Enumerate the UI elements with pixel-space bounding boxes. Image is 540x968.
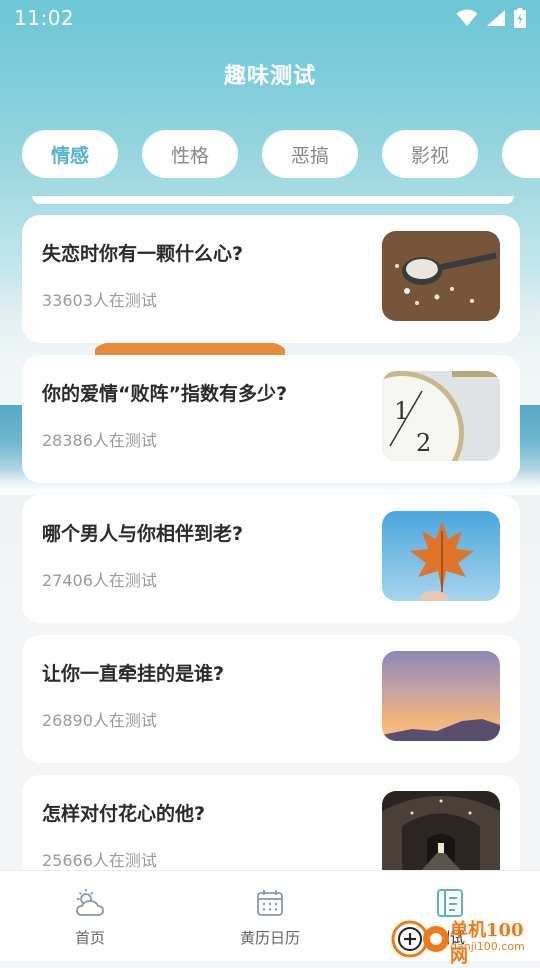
test-count: 26890人在测试 [42,711,157,730]
test-count: 28386人在测试 [42,431,157,450]
svg-text:1: 1 [394,397,409,425]
list-top-strip [32,196,514,204]
tab-film[interactable]: 影视 [382,130,478,178]
calendar-icon [257,890,283,916]
salt-spoon-image [382,231,500,321]
battery-icon [514,8,526,28]
nav-item-home[interactable]: 首页 [0,871,180,961]
test-card[interactable]: 你的爱情“败阵”指数有多少? 28386人在测试 1 2 [22,355,520,483]
tab-more[interactable]: 事 [502,130,540,178]
tab-personality[interactable]: 性格 [142,130,238,178]
test-title: 让你一直牵挂的是谁? [42,663,225,685]
nav-label-home: 首页 [74,929,105,947]
watermark-subtext: danji100.com [450,940,525,953]
test-count: 25666人在测试 [42,851,157,870]
tab-emotion[interactable]: 情感 [22,130,118,178]
sunset-mountains-image [382,651,500,741]
signal-icon [487,10,505,26]
svg-text:2: 2 [416,429,431,457]
status-icons [456,8,526,28]
nav-label-calendar: 黄历日历 [239,929,300,947]
watermark-logo: 单机100网 danji100.com [390,912,540,967]
clock-image: 1 2 [382,371,500,461]
test-title: 怎样对付花心的他? [42,803,206,825]
test-title: 哪个男人与你相伴到老? [42,523,244,545]
watermark-badge-icon [391,920,449,958]
test-count: 27406人在测试 [42,571,157,590]
test-card[interactable]: 哪个男人与你相伴到老? 27406人在测试 [22,495,520,623]
tab-prank[interactable]: 恶搞 [262,130,358,178]
test-card[interactable]: 失恋时你有一颗什么心? 33603人在测试 [22,215,520,343]
wifi-icon [456,9,478,26]
test-title: 失恋时你有一颗什么心? [42,243,244,265]
test-count: 33603人在测试 [42,291,157,310]
tunnel-image [382,791,500,881]
page-title: 趣味测试 [223,64,316,89]
autumn-leaf-image [382,511,500,601]
weather-icon [76,889,104,916]
category-tabs: 情感 性格 恶搞 影视 事 [22,130,540,178]
test-card[interactable]: 让你一直牵挂的是谁? 26890人在测试 [22,635,520,763]
status-bar: 11:02 [0,0,540,36]
status-time: 11:02 [14,6,75,30]
test-title: 你的爱情“败阵”指数有多少? [42,383,287,405]
test-list: 失恋时你有一颗什么心? 33603人在测试 你的爱情“败阵”指数有多少? 283… [22,215,520,915]
nav-item-calendar[interactable]: 黄历日历 [180,871,360,961]
